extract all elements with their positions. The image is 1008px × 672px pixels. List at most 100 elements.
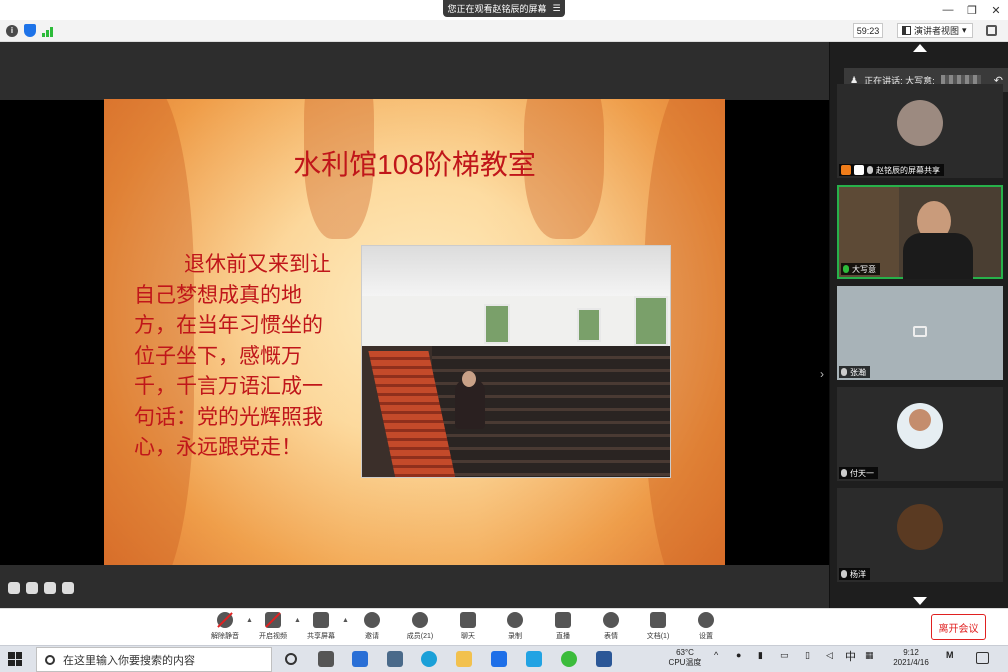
microphone-icon bbox=[217, 612, 233, 628]
livestream-button[interactable]: 直播 bbox=[541, 612, 585, 641]
view-mode-label: 演讲者视图 bbox=[914, 26, 960, 36]
classroom-photo bbox=[361, 245, 671, 478]
signal-icon[interactable] bbox=[42, 25, 53, 37]
tencent-meeting-icon[interactable] bbox=[491, 651, 507, 667]
taskbar-search-box[interactable]: 在这里输入你要搜索的内容 bbox=[36, 647, 272, 672]
record-label: 录制 bbox=[508, 633, 522, 640]
video-person-body bbox=[903, 233, 973, 279]
settings-label: 设置 bbox=[699, 633, 713, 640]
app-icon[interactable] bbox=[387, 651, 403, 667]
participant-name: 张瀚 bbox=[850, 367, 866, 377]
os-taskbar: 在这里输入你要搜索的内容 63°C CPU温度 ^ ● ▮ ▭ ▯ ◁ 中 ▦ … bbox=[0, 645, 1008, 672]
tray-app-icon[interactable]: ● bbox=[736, 650, 741, 660]
minimize-button[interactable]: — bbox=[936, 0, 960, 20]
start-video-label: 开启视频 bbox=[259, 633, 287, 640]
share-screen-button[interactable]: 共享屏幕 bbox=[299, 612, 343, 641]
usb-icon[interactable]: ▮ bbox=[758, 650, 763, 661]
info-icon[interactable]: i bbox=[6, 24, 18, 37]
windows-start-icon[interactable] bbox=[8, 652, 22, 666]
participant-panel: ♟ 正在讲话: 大写意; ↶ 赵铭辰的屏幕共享 大写意 张瀚 付天一 杨洋 bbox=[829, 42, 1008, 608]
photo-door bbox=[484, 304, 510, 344]
menu-icon: ☰ bbox=[552, 3, 561, 13]
meeting-infobar: i 59:23 演讲者视图 ▾ bbox=[0, 20, 1008, 42]
record-icon bbox=[507, 612, 523, 628]
close-button[interactable]: ✕ bbox=[984, 0, 1008, 20]
window-controls: — ❐ ✕ bbox=[936, 0, 1008, 20]
participant-tile[interactable]: 付天一 bbox=[837, 387, 1003, 481]
participant-name: 大写意 bbox=[852, 264, 876, 274]
network-icon[interactable]: ▯ bbox=[805, 650, 810, 661]
participant-name: 赵铭辰的屏幕共享 bbox=[876, 165, 940, 175]
scroll-up-icon[interactable] bbox=[913, 44, 927, 52]
input-method-indicator[interactable]: 中 bbox=[845, 648, 856, 664]
chevron-up-icon[interactable]: ^ bbox=[714, 650, 718, 660]
app-icon[interactable] bbox=[526, 651, 542, 667]
settings-button[interactable]: 设置 bbox=[684, 612, 728, 641]
gallery-icon[interactable] bbox=[8, 582, 20, 594]
invite-button[interactable]: 邀请 bbox=[350, 612, 394, 641]
mic-icon bbox=[841, 368, 847, 376]
mail-icon[interactable] bbox=[352, 651, 368, 667]
chevron-left-icon[interactable] bbox=[62, 582, 74, 594]
file-explorer-icon[interactable] bbox=[456, 651, 472, 667]
fullscreen-icon[interactable] bbox=[986, 25, 997, 36]
chevron-down-icon: ▾ bbox=[962, 25, 967, 35]
participant-tile-active[interactable]: 大写意 bbox=[837, 185, 1003, 279]
wechat-icon[interactable] bbox=[561, 651, 577, 667]
cortana-icon[interactable] bbox=[285, 653, 297, 665]
avatar bbox=[897, 100, 943, 146]
collapse-panel-icon[interactable]: › bbox=[820, 367, 824, 381]
task-view-icon[interactable] bbox=[318, 651, 334, 667]
participant-nametag: 杨洋 bbox=[839, 568, 870, 580]
scroll-down-icon[interactable] bbox=[913, 597, 927, 605]
notification-icon[interactable] bbox=[976, 652, 989, 664]
emoji-icon[interactable] bbox=[26, 582, 38, 594]
volume-icon[interactable]: ◁ bbox=[826, 650, 833, 661]
restore-button[interactable]: ❐ bbox=[960, 0, 984, 20]
tray-app-icon[interactable]: M bbox=[946, 650, 954, 660]
system-clock[interactable]: 9:12 2021/4/16 bbox=[888, 648, 934, 668]
keyboard-icon[interactable]: ▦ bbox=[865, 650, 874, 661]
unmute-label: 解除静音 bbox=[211, 633, 239, 640]
speaker-view-icon bbox=[902, 26, 911, 35]
viewing-screen-indicator[interactable]: 您正在观看赵铭辰的屏幕 ☰ bbox=[443, 0, 565, 17]
meeting-status-icons: i bbox=[6, 24, 53, 37]
viewing-screen-text: 您正在观看赵铭辰的屏幕 bbox=[447, 4, 547, 14]
view-controls bbox=[8, 578, 88, 598]
chevron-up-icon[interactable]: ▲ bbox=[342, 617, 349, 624]
participant-nametag: 付天一 bbox=[839, 467, 878, 479]
slide-body-text: 退休前又来到让自己梦想成真的地方，在当年习惯坐的位子坐下，感慨万千，千言万语汇成… bbox=[134, 252, 331, 459]
shield-icon[interactable] bbox=[24, 24, 36, 37]
participant-nametag: 大写意 bbox=[841, 263, 880, 275]
word-icon[interactable] bbox=[596, 651, 612, 667]
meeting-timer: 59:23 bbox=[853, 23, 883, 38]
participant-nametag: 张瀚 bbox=[839, 366, 870, 378]
unmute-button[interactable]: 解除静音 bbox=[203, 612, 247, 641]
members-icon bbox=[412, 612, 428, 628]
battery-icon[interactable]: ▭ bbox=[780, 650, 789, 661]
cpu-temperature: 63°C CPU温度 bbox=[663, 648, 707, 668]
participant-tile[interactable]: 杨洋 bbox=[837, 488, 1003, 582]
photo-ceiling bbox=[362, 246, 670, 296]
photo-person-head bbox=[462, 371, 476, 387]
chat-button[interactable]: 聊天 bbox=[446, 612, 490, 641]
participant-tile[interactable]: 张瀚 bbox=[837, 286, 1003, 380]
cpu-temp-value: 63°C bbox=[676, 648, 694, 657]
record-button[interactable]: 录制 bbox=[493, 612, 537, 641]
participant-nametag: 赵铭辰的屏幕共享 bbox=[839, 164, 944, 176]
reactions-button[interactable]: 表情 bbox=[589, 612, 633, 641]
view-mode-select[interactable]: 演讲者视图 ▾ bbox=[897, 23, 973, 38]
members-button[interactable]: 成员(21) bbox=[398, 612, 442, 641]
start-video-button[interactable]: 开启视频 bbox=[251, 612, 295, 641]
window-titlebar: 您正在观看赵铭辰的屏幕 ☰ — ❐ ✕ bbox=[0, 0, 1008, 20]
leave-meeting-button[interactable]: 离开会议 bbox=[931, 614, 986, 640]
edge-browser-icon[interactable] bbox=[421, 651, 437, 667]
document-icon bbox=[650, 612, 666, 628]
slide-title: 水利馆108阶梯教室 bbox=[293, 149, 536, 180]
presentation-slide: 水利馆108阶梯教室 退休前又来到让自己梦想成真的地方，在当年习惯坐的位子坐下，… bbox=[104, 99, 725, 565]
chat-icon[interactable] bbox=[44, 582, 56, 594]
reactions-label: 表情 bbox=[604, 633, 618, 640]
participant-tile[interactable]: 赵铭辰的屏幕共享 bbox=[837, 84, 1003, 178]
documents-button[interactable]: 文档(1) bbox=[636, 612, 680, 641]
invite-label: 邀请 bbox=[365, 633, 379, 640]
